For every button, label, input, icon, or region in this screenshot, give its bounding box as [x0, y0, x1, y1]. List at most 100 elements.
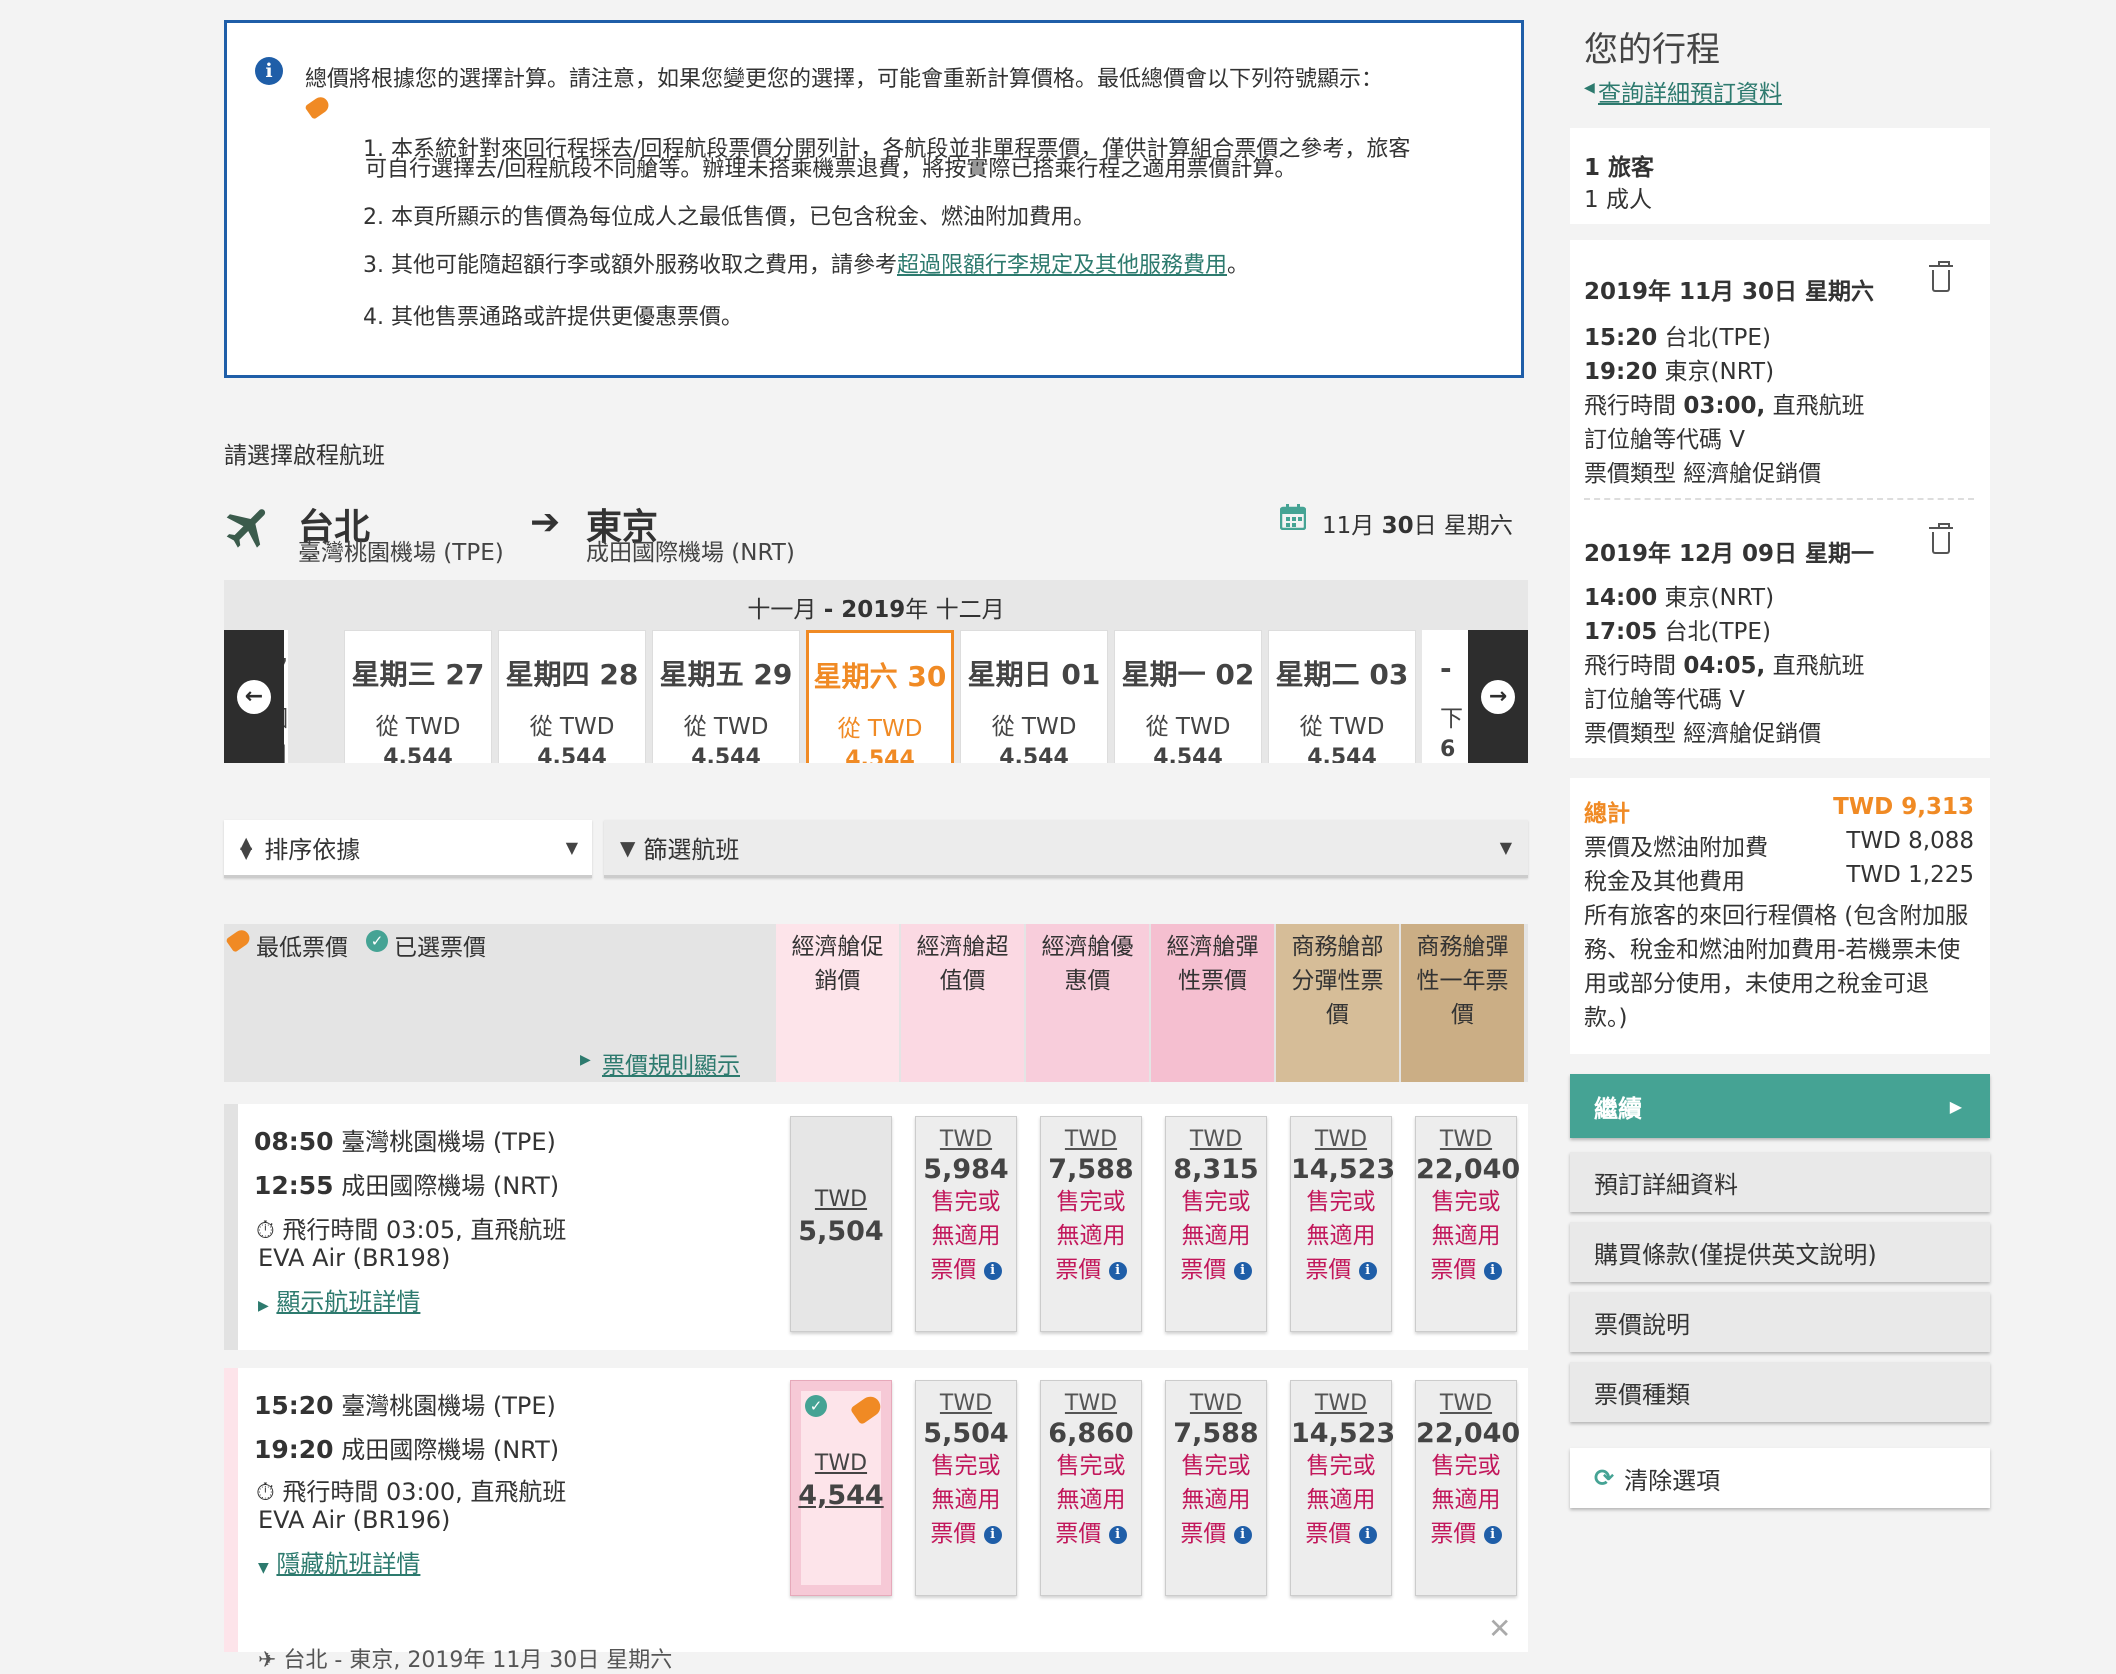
- date-card-partial-next[interactable]: - 下 6: [1422, 630, 1468, 763]
- info-icon[interactable]: i: [1358, 1261, 1377, 1280]
- fare-amount: 6,860: [1048, 1418, 1134, 1449]
- fare-status: 售完或: [931, 1453, 1001, 1479]
- info-icon[interactable]: i: [1108, 1261, 1127, 1280]
- date-card-nov-29[interactable]: 星期五 29 從 TWD 4,544: [652, 630, 800, 763]
- carousel-next-button[interactable]: →: [1468, 630, 1528, 763]
- fare-status-info: 票價 i: [1416, 1253, 1516, 1287]
- filter-funnel-icon: ▼: [620, 835, 636, 860]
- fare-cell-business-flex-1yr[interactable]: TWD 22,040 售完或 無適用 票價 i: [1415, 1380, 1521, 1596]
- fare-cell-economy-flex[interactable]: TWD 7,588 售完或 無適用 票價 i: [1165, 1380, 1267, 1596]
- carousel-month-end: 年 十二月: [905, 597, 1005, 623]
- lowest-fare-cell[interactable]: TWD 5,504: [790, 1116, 892, 1332]
- date-card-price: 4,544: [383, 745, 453, 763]
- purchase-terms-button[interactable]: 購買條款(僅提供英文說明): [1570, 1222, 1990, 1282]
- date-card-dec-01[interactable]: 星期日 01 從 TWD 4,544: [960, 630, 1108, 763]
- info-icon[interactable]: i: [983, 1525, 1002, 1544]
- hide-flight-details-link[interactable]: 隱藏航班詳情: [276, 1550, 420, 1578]
- trash-icon[interactable]: [1929, 261, 1953, 292]
- sort-dropdown[interactable]: ▲ ▼ 排序依據 ▼: [224, 820, 592, 878]
- date-card-nov-28[interactable]: 星期四 28 從 TWD 4,544: [498, 630, 646, 763]
- fare-amount: 22,040: [1416, 1418, 1521, 1449]
- fare-rules-link[interactable]: 票價規則顯示: [602, 1046, 740, 1080]
- clear-selection-button[interactable]: ⟳ 清除選項: [1570, 1448, 1990, 1508]
- date-card-price: 4,544: [691, 745, 761, 763]
- fare-status: 票價: [930, 1257, 977, 1283]
- purchase-terms-label: 購買條款(僅提供英文說明): [1594, 1240, 1877, 1269]
- fare-status: 無適用: [1306, 1487, 1376, 1513]
- carrier-label: EVA Air (BR196): [258, 1506, 451, 1534]
- carousel-month-label: 十一月 - 2019年 十二月: [224, 590, 1528, 624]
- fare-cell-economy-super-value[interactable]: TWD 5,984 售完或 無適用 票價 i: [915, 1116, 1017, 1332]
- notice-item-1-line-2: 可自行選擇去/回程航段不同艙等。辦理未搭乘機票退費，將按實際已搭乘行程之適用票價…: [365, 157, 1297, 182]
- trash-icon[interactable]: [1929, 523, 1953, 554]
- caret-down-icon: ▼: [258, 1560, 269, 1576]
- selected-check-icon: ✓: [805, 1395, 827, 1417]
- fare-info-label: 票價說明: [1594, 1310, 1690, 1339]
- fare-cell-business-partial-flex[interactable]: TWD 14,523 售完或 無適用 票價 i: [1290, 1116, 1395, 1332]
- fare-cell-economy-discount[interactable]: TWD 6,860 售完或 無適用 票價 i: [1040, 1380, 1142, 1596]
- fare-column-label: 惠價: [1064, 968, 1111, 994]
- date-carousel: 十一月 - 2019年 十二月 7 個 日 星期三 27 從 TWD 4,544…: [224, 580, 1528, 763]
- info-icon[interactable]: i: [1483, 1261, 1502, 1280]
- inbound-arrival: 17:05 台北(TPE): [1584, 612, 1771, 646]
- fare-status: 售完或: [1181, 1189, 1251, 1215]
- fare-cell-business-partial-flex[interactable]: TWD 14,523 售完或 無適用 票價 i: [1290, 1380, 1395, 1596]
- fare-currency: TWD: [814, 1187, 868, 1212]
- filter-flights-dropdown[interactable]: ▼ 篩選航班 ▼: [604, 820, 1528, 878]
- notice-item-3-text: 3. 其他可能隨超額行李或額外服務收取之費用，請參考: [363, 253, 897, 278]
- fare-amount: 5,504: [923, 1418, 1009, 1449]
- date-card-dec-03[interactable]: 星期二 03 從 TWD 4,544: [1268, 630, 1416, 763]
- date-card-from: 下: [1440, 706, 1463, 732]
- fare-types-button[interactable]: 票價種類: [1570, 1362, 1990, 1422]
- notice-item-3-end: 。: [1227, 253, 1250, 278]
- show-flight-details-link[interactable]: 顯示航班詳情: [276, 1288, 420, 1316]
- fare-cell-economy-flex[interactable]: TWD 8,315 售完或 無適用 票價 i: [1165, 1116, 1267, 1332]
- notice-item-2: 2. 本頁所顯示的售價為每位成人之最低售價，已包含稅金、燃油附加費用。: [363, 205, 1095, 230]
- info-icon[interactable]: i: [983, 1261, 1002, 1280]
- flight-details-toggle[interactable]: ▼ 隱藏航班詳情: [258, 1544, 420, 1579]
- fare-column-label: 經濟艙彈: [1166, 934, 1259, 960]
- booking-details-link[interactable]: 查詢詳細預訂資料: [1598, 74, 1782, 108]
- divider: [1584, 498, 1974, 500]
- flight-details-toggle[interactable]: ▶ 顯示航班詳情: [258, 1282, 420, 1317]
- fare-status: 售完或: [931, 1189, 1001, 1215]
- fare-column-business-partial-flex: 商務艙部 分彈性票價: [1276, 924, 1399, 1082]
- date-card-nov-30-selected[interactable]: 星期六 30 從 TWD 4,544: [806, 630, 954, 763]
- date-card-nov-27[interactable]: 星期三 27 從 TWD 4,544: [344, 630, 492, 763]
- fare-cell-business-flex-1yr[interactable]: TWD 22,040 售完或 無適用 票價 i: [1415, 1116, 1520, 1332]
- flight-row-br196: 15:20 臺灣桃園機場 (TPE) 19:20 成田國際機場 (NRT) ⏱ …: [224, 1368, 1528, 1673]
- fare-status: 無適用: [1181, 1223, 1251, 1249]
- date-card-dec-02[interactable]: 星期一 02 從 TWD 4,544: [1114, 630, 1262, 763]
- carousel-year: - 2019: [823, 597, 906, 623]
- destination-airport: 成田國際機場 (NRT): [586, 540, 795, 566]
- fare-surcharge-value: TWD 8,088: [1846, 828, 1974, 854]
- tax-label: 稅金及其他費用: [1584, 869, 1745, 895]
- info-icon[interactable]: i: [1108, 1525, 1127, 1544]
- carousel-prev-button[interactable]: ←: [224, 630, 284, 763]
- continue-button[interactable]: 繼續 ▶: [1570, 1074, 1990, 1138]
- booking-details-button[interactable]: 預訂詳細資料: [1570, 1152, 1990, 1212]
- info-icon[interactable]: i: [1233, 1261, 1252, 1280]
- close-icon[interactable]: ✕: [1488, 1612, 1511, 1645]
- fare-status: 售完或: [1306, 1189, 1376, 1215]
- info-icon[interactable]: i: [1483, 1525, 1502, 1544]
- date-card-from: 從 TWD: [529, 714, 615, 740]
- fare-cell-economy-discount[interactable]: TWD 7,588 售完或 無適用 票價 i: [1040, 1116, 1142, 1332]
- chevron-down-icon: ▼: [565, 838, 578, 857]
- fare-status: 票價: [1055, 1521, 1102, 1547]
- chevron-down-icon: ▼: [1499, 838, 1512, 857]
- baggage-fees-link[interactable]: 超過限額行李規定及其他服務費用: [897, 253, 1227, 278]
- passenger-summary-card: 1 旅客 1 成人: [1570, 128, 1990, 224]
- info-icon[interactable]: i: [1233, 1525, 1252, 1544]
- date-card-from: 從 TWD: [1145, 714, 1231, 740]
- info-icon: i: [255, 57, 283, 85]
- origin-airport: 臺灣桃園機場 (TPE): [298, 540, 504, 566]
- inbound-class-code: 訂位艙等代碼 V: [1584, 687, 1746, 713]
- fare-status: 售完或: [1431, 1453, 1501, 1479]
- selected-date-weekday: 日 星期六: [1413, 513, 1513, 539]
- info-icon[interactable]: i: [1358, 1525, 1377, 1544]
- fare-info-button[interactable]: 票價說明: [1570, 1292, 1990, 1352]
- fare-status: 無適用: [1181, 1487, 1251, 1513]
- fare-cell-economy-super-value[interactable]: TWD 5,504 售完或 無適用 票價 i: [915, 1380, 1017, 1596]
- selected-fare-cell[interactable]: ✓ TWD 4,544: [790, 1380, 892, 1596]
